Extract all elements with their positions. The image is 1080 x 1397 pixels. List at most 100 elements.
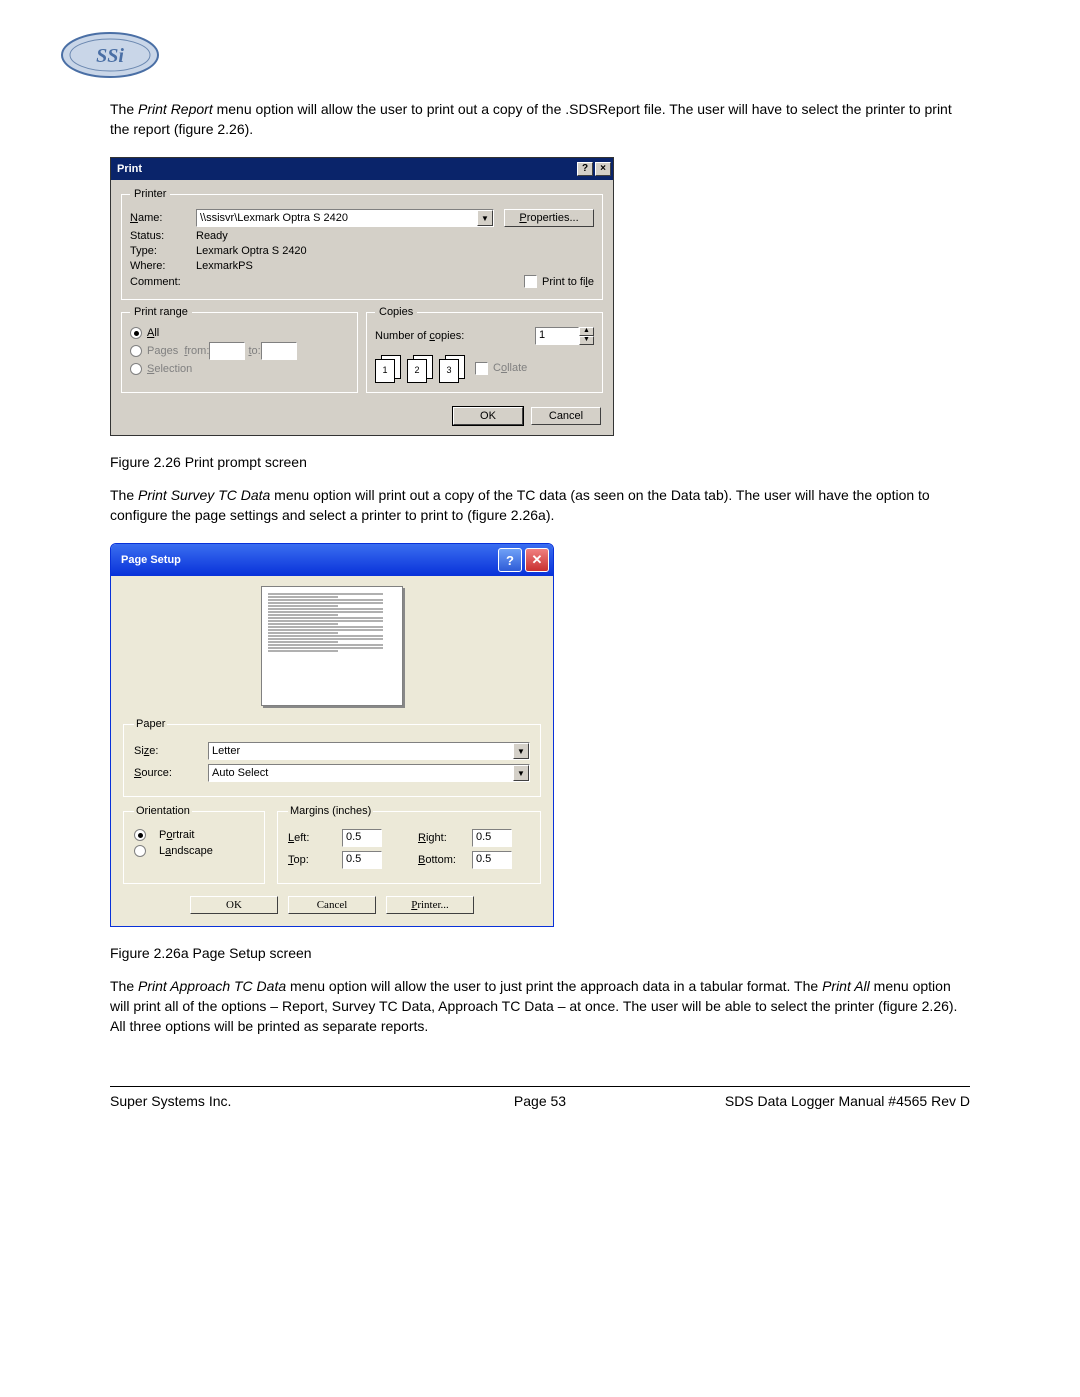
right-input[interactable]: 0.5 xyxy=(472,829,512,847)
text: menu option will allow the user to just … xyxy=(290,978,822,994)
type-label: Type: xyxy=(130,245,196,257)
orientation-legend: Orientation xyxy=(134,805,192,817)
from-label: from: xyxy=(184,345,209,357)
bottom-label: Bottom: xyxy=(418,854,464,866)
top-input[interactable]: 0.5 xyxy=(342,851,382,869)
right-label: Right: xyxy=(418,832,464,844)
collate-checkbox xyxy=(475,362,488,375)
portrait-label: Portrait xyxy=(159,829,194,841)
figure-caption-2: Figure 2.26a Page Setup screen xyxy=(110,945,970,961)
paper-legend: Paper xyxy=(134,718,167,730)
print-to-file-label: Print to file xyxy=(542,276,594,288)
text-emphasis: Print All xyxy=(822,978,870,994)
print-to-file-checkbox[interactable] xyxy=(524,275,537,288)
range-all-label: All xyxy=(147,327,159,339)
titlebar: Print ? × xyxy=(111,158,613,180)
spin-down-icon[interactable]: ▼ xyxy=(579,336,594,345)
paragraph-3: The Print Approach TC Data menu option w… xyxy=(110,977,970,1036)
spin-up-icon[interactable]: ▲ xyxy=(579,327,594,336)
printer-legend: Printer xyxy=(130,188,170,200)
text: The xyxy=(110,978,138,994)
figure-caption-1: Figure 2.26 Print prompt screen xyxy=(110,454,970,470)
type-value: Lexmark Optra S 2420 xyxy=(196,245,307,257)
svg-text:SSi: SSi xyxy=(96,45,124,67)
orientation-group: Orientation Portrait Landscape xyxy=(123,805,265,884)
text: The xyxy=(110,487,138,503)
left-label: Left: xyxy=(288,832,334,844)
paragraph-1: The Print Report menu option will allow … xyxy=(110,100,970,139)
where-value: LexmarkPS xyxy=(196,260,253,272)
range-selection-label: Selection xyxy=(147,363,192,375)
landscape-radio[interactable] xyxy=(134,845,146,857)
printer-name-value: \\ssisvr\Lexmark Optra S 2420 xyxy=(197,211,477,225)
range-all-radio[interactable] xyxy=(130,327,142,339)
printer-button[interactable]: Printer... xyxy=(386,896,474,914)
margins-group: Margins (inches) Left: 0.5 Right: 0.5 To… xyxy=(277,805,541,884)
paper-size-combo[interactable]: Letter ▼ xyxy=(208,742,530,760)
footer-left: Super Systems Inc. xyxy=(110,1093,397,1109)
properties-button[interactable]: Properties... xyxy=(504,209,594,227)
copies-value[interactable]: 1 xyxy=(535,327,579,345)
copies-legend: Copies xyxy=(375,306,417,318)
bottom-input[interactable]: 0.5 xyxy=(472,851,512,869)
num-copies-label: Number of copies: xyxy=(375,330,535,342)
margins-legend: Margins (inches) xyxy=(288,805,373,817)
copies-group: Copies Number of copies: 1 ▲ ▼ xyxy=(366,306,603,393)
top-label: Top: xyxy=(288,854,334,866)
text-emphasis: Print Survey TC Data xyxy=(138,487,270,503)
printer-group: Printer Name: \\ssisvr\Lexmark Optra S 2… xyxy=(121,188,603,300)
close-icon[interactable]: × xyxy=(595,162,611,176)
cancel-button[interactable]: Cancel xyxy=(288,896,376,914)
status-label: Status: xyxy=(130,230,196,242)
status-value: Ready xyxy=(196,230,228,242)
text-emphasis: Print Report xyxy=(138,101,213,117)
titlebar: Page Setup ? ✕ xyxy=(111,544,553,576)
comment-label: Comment: xyxy=(130,276,196,288)
company-logo: SSi xyxy=(60,30,970,80)
ok-button[interactable]: OK xyxy=(190,896,278,914)
chevron-down-icon[interactable]: ▼ xyxy=(513,765,529,781)
range-selection-radio xyxy=(130,363,142,375)
paragraph-2: The Print Survey TC Data menu option wil… xyxy=(110,486,970,525)
range-pages-label: Pages xyxy=(147,345,184,357)
dialog-title: Print xyxy=(117,163,142,175)
printer-name-combo[interactable]: \\ssisvr\Lexmark Optra S 2420 ▼ xyxy=(196,209,494,227)
page-preview xyxy=(261,586,403,706)
page-footer: Super Systems Inc. Page 53 SDS Data Logg… xyxy=(110,1093,970,1109)
size-label: Size: xyxy=(134,745,200,757)
cancel-button[interactable]: Cancel xyxy=(531,407,601,425)
range-pages-radio[interactable] xyxy=(130,345,142,357)
size-value: Letter xyxy=(209,744,513,758)
footer-divider xyxy=(110,1086,970,1087)
source-label: Source: xyxy=(134,767,200,779)
paper-group: Paper Size: Letter ▼ Source: Auto Select… xyxy=(123,718,541,797)
collate-label: Collate xyxy=(493,362,527,374)
left-input[interactable]: 0.5 xyxy=(342,829,382,847)
footer-center: Page 53 xyxy=(397,1093,684,1109)
page-setup-dialog: Page Setup ? ✕ Paper Size: Letter ▼ xyxy=(110,543,554,927)
range-legend: Print range xyxy=(130,306,192,318)
print-range-group: Print range All Pages from: to: xyxy=(121,306,358,393)
to-input[interactable] xyxy=(261,342,297,360)
help-icon[interactable]: ? xyxy=(577,162,593,176)
name-label: Name: xyxy=(130,212,196,224)
landscape-label: Landscape xyxy=(159,845,213,857)
footer-right: SDS Data Logger Manual #4565 Rev D xyxy=(683,1093,970,1109)
chevron-down-icon[interactable]: ▼ xyxy=(513,743,529,759)
portrait-radio[interactable] xyxy=(134,829,146,841)
close-icon[interactable]: ✕ xyxy=(525,548,549,572)
to-label: to: xyxy=(245,345,260,357)
paper-source-combo[interactable]: Auto Select ▼ xyxy=(208,764,530,782)
copies-spinner[interactable]: 1 ▲ ▼ xyxy=(535,327,594,345)
help-icon[interactable]: ? xyxy=(498,548,522,572)
print-dialog: Print ? × Printer Name: \\ssisvr\Lexmark… xyxy=(110,157,614,436)
collate-icon: 11 22 33 xyxy=(375,355,465,381)
chevron-down-icon[interactable]: ▼ xyxy=(477,210,493,226)
text-emphasis: Print Approach TC Data xyxy=(138,978,290,994)
text: The xyxy=(110,101,138,117)
ok-button[interactable]: OK xyxy=(453,407,523,425)
text: menu option will allow the user to print… xyxy=(110,101,952,137)
dialog-title: Page Setup xyxy=(121,554,181,566)
from-input[interactable] xyxy=(209,342,245,360)
where-label: Where: xyxy=(130,260,196,272)
